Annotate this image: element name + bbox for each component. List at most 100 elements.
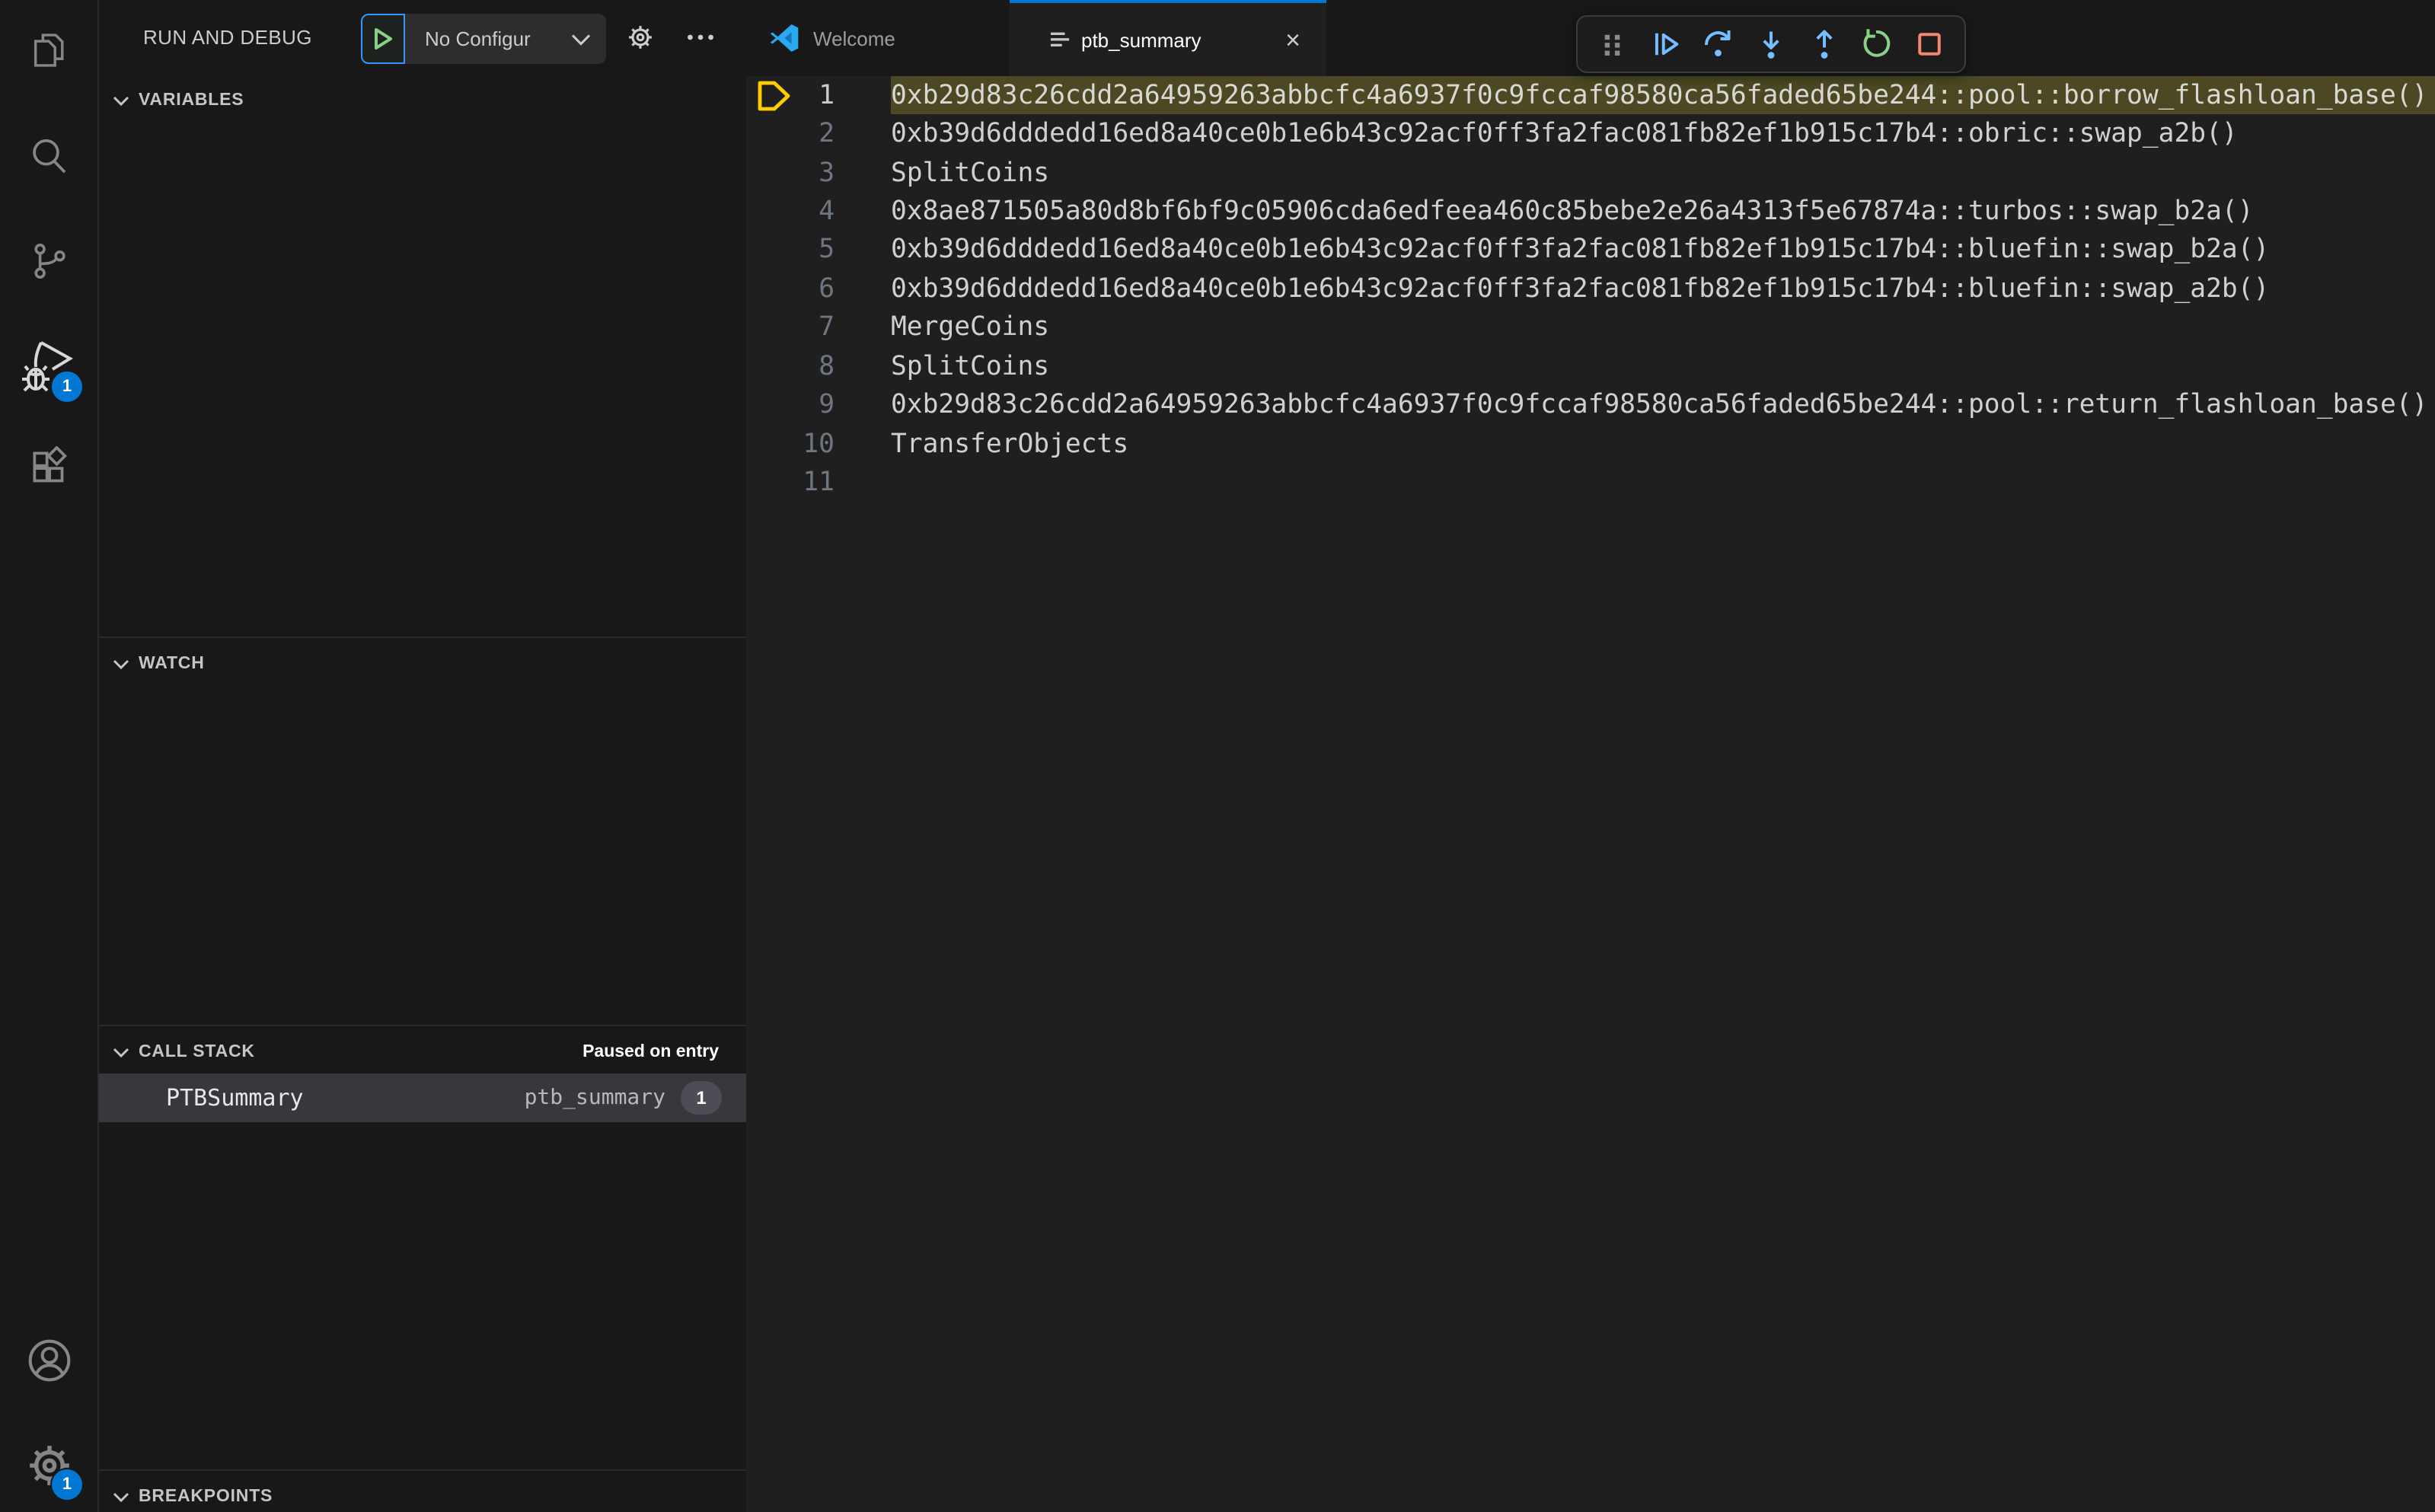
- code-area[interactable]: 1 0xb29d83c26cdd2a64959263abbcfc4a6937f0c…: [746, 76, 2435, 1512]
- code-line-9[interactable]: 9 0xb29d83c26cdd2a64959263abbcfc4a6937f0c…: [746, 386, 2435, 425]
- code-line-4[interactable]: 4 0x8ae871505a80d8bf6bf9c05906cda6edfeea4…: [746, 193, 2435, 231]
- activity-bar: 1 1: [0, 0, 99, 1512]
- code-line-5[interactable]: 5 0xb39d6dddedd16ed8a40ce0b1e6b43c92acf0f…: [746, 231, 2435, 270]
- debug-toolbar: [1576, 15, 1966, 73]
- stop-button[interactable]: [1908, 23, 1951, 65]
- line-number: 5: [819, 234, 835, 266]
- line-number: 4: [819, 196, 835, 228]
- call-stack-frame-row[interactable]: PTBSummary ptb_summary 1: [99, 1073, 746, 1122]
- sidebar-item-explorer[interactable]: [0, 14, 97, 87]
- frame-source: ptb_summary: [524, 1086, 665, 1110]
- editor-group: Welcome ptb_summary × 1 0xb29d83c26cdd2a…: [746, 0, 2435, 1512]
- breakpoints-section-label: BREAKPOINTS: [139, 1488, 273, 1506]
- call-stack-section: CALL STACK Paused on entry PTBSummary pt…: [99, 1025, 746, 1469]
- account-icon: [24, 1335, 74, 1385]
- line-number: 3: [819, 158, 835, 189]
- tab-ptb-summary[interactable]: ptb_summary ×: [1010, 0, 1326, 76]
- chevron-down-icon: [113, 1047, 129, 1057]
- code-line-6[interactable]: 6 0xb39d6dddedd16ed8a40ce0b1e6b43c92acf0f…: [746, 270, 2435, 308]
- watch-section-label: WATCH: [139, 655, 205, 673]
- breakpoint-gutter[interactable]: [746, 347, 798, 386]
- breakpoint-gutter[interactable]: [746, 308, 798, 347]
- code-line-11[interactable]: 11: [746, 464, 2435, 502]
- sidebar-item-source-control[interactable]: [0, 224, 97, 297]
- breakpoint-gutter[interactable]: [746, 270, 798, 308]
- breakpoint-gutter[interactable]: [746, 76, 798, 115]
- code-line-1[interactable]: 1 0xb29d83c26cdd2a64959263abbcfc4a6937f0c…: [746, 76, 2435, 115]
- line-number: 6: [819, 273, 835, 305]
- debug-configuration-label: No Configur: [425, 27, 531, 50]
- code-text: 0x8ae871505a80d8bf6bf9c05906cda6edfeea46…: [891, 196, 2254, 228]
- variables-section-label: VARIABLES: [139, 91, 244, 110]
- debug-settings-button[interactable]: [617, 0, 662, 75]
- views-more-actions-button[interactable]: [678, 0, 723, 75]
- breakpoint-gutter[interactable]: [746, 425, 798, 464]
- restart-button[interactable]: [1856, 23, 1898, 65]
- code-text: MergeCoins: [891, 312, 1050, 343]
- code-text: 0xb29d83c26cdd2a64959263abbcfc4a6937f0c9…: [891, 390, 2428, 421]
- frame-line-badge: 1: [681, 1081, 722, 1115]
- code-line-3[interactable]: 3 SplitCoins: [746, 154, 2435, 193]
- code-text: 0xb39d6dddedd16ed8a40ce0b1e6b43c92acf0ff…: [891, 119, 2238, 150]
- step-out-button[interactable]: [1802, 23, 1845, 65]
- variables-section-header[interactable]: VARIABLES: [99, 79, 746, 122]
- toolbar-drag-handle[interactable]: [1591, 23, 1634, 65]
- chevron-down-icon: [113, 1491, 129, 1502]
- sidebar-header: RUN AND DEBUG No Configur: [99, 0, 746, 75]
- sidebar-item-settings[interactable]: 1: [0, 1428, 97, 1501]
- breakpoint-gutter[interactable]: [746, 154, 798, 193]
- step-over-button[interactable]: [1697, 23, 1740, 65]
- search-icon: [27, 136, 70, 178]
- breakpoint-gutter[interactable]: [746, 464, 798, 502]
- files-icon: [29, 30, 69, 70]
- start-debugging-button[interactable]: [361, 14, 405, 64]
- code-line-10[interactable]: 10 TransferObjects: [746, 425, 2435, 464]
- line-number: 9: [819, 390, 835, 421]
- tab-welcome[interactable]: Welcome: [746, 0, 1008, 76]
- watch-section-header[interactable]: WATCH: [99, 643, 746, 685]
- play-icon: [372, 26, 394, 52]
- step-into-button[interactable]: [1750, 23, 1792, 65]
- code-line-8[interactable]: 8 SplitCoins: [746, 347, 2435, 386]
- code-text: TransferObjects: [891, 429, 1129, 460]
- extensions-icon: [27, 446, 70, 489]
- debug-badge: 1: [50, 370, 84, 404]
- variables-section: VARIABLES: [99, 75, 746, 636]
- tab-label: ptb_summary: [1081, 28, 1202, 51]
- line-number: 10: [803, 429, 835, 460]
- code-line-2[interactable]: 2 0xb39d6dddedd16ed8a40ce0b1e6b43c92acf0f…: [746, 115, 2435, 154]
- gear-icon: [625, 23, 654, 52]
- code-text: SplitCoins: [891, 158, 1050, 189]
- frame-name: PTBSummary: [166, 1084, 304, 1112]
- breakpoints-section-header[interactable]: BREAKPOINTS: [99, 1475, 746, 1512]
- line-number: 11: [803, 467, 835, 499]
- breakpoints-section: BREAKPOINTS: [99, 1469, 746, 1512]
- watch-section: WATCH: [99, 636, 746, 1025]
- breakpoint-gutter[interactable]: [746, 231, 798, 270]
- code-text: 0xb39d6dddedd16ed8a40ce0b1e6b43c92acf0ff…: [891, 234, 2270, 266]
- vscode-logo-icon: [768, 21, 801, 55]
- close-icon[interactable]: ×: [1276, 3, 1310, 79]
- list-icon: [1049, 27, 1072, 52]
- breakpoint-gutter[interactable]: [746, 115, 798, 154]
- code-text: SplitCoins: [891, 351, 1050, 382]
- sidebar-title: RUN AND DEBUG: [143, 26, 312, 49]
- line-number: 7: [819, 312, 835, 343]
- code-line-7[interactable]: 7 MergeCoins: [746, 308, 2435, 347]
- code-text: 0xb29d83c26cdd2a64959263abbcfc4a6937f0c9…: [891, 76, 2435, 115]
- sidebar-item-run-and-debug[interactable]: 1: [0, 326, 97, 411]
- sidebar-item-accounts[interactable]: [0, 1323, 97, 1396]
- sidebar-item-extensions[interactable]: [0, 431, 97, 504]
- ellipsis-icon: [687, 33, 714, 41]
- continue-button[interactable]: [1644, 23, 1687, 65]
- breakpoint-gutter[interactable]: [746, 193, 798, 231]
- chevron-down-icon: [571, 33, 591, 45]
- code-text: 0xb39d6dddedd16ed8a40ce0b1e6b43c92acf0ff…: [891, 273, 2270, 305]
- call-stack-section-header[interactable]: CALL STACK Paused on entry: [99, 1031, 746, 1073]
- breakpoint-gutter[interactable]: [746, 386, 798, 425]
- paused-status-text: Paused on entry: [582, 1043, 719, 1061]
- sidebar-item-search[interactable]: [0, 120, 97, 193]
- line-number: 1: [819, 80, 835, 111]
- debug-configuration-dropdown[interactable]: No Configur: [405, 14, 606, 64]
